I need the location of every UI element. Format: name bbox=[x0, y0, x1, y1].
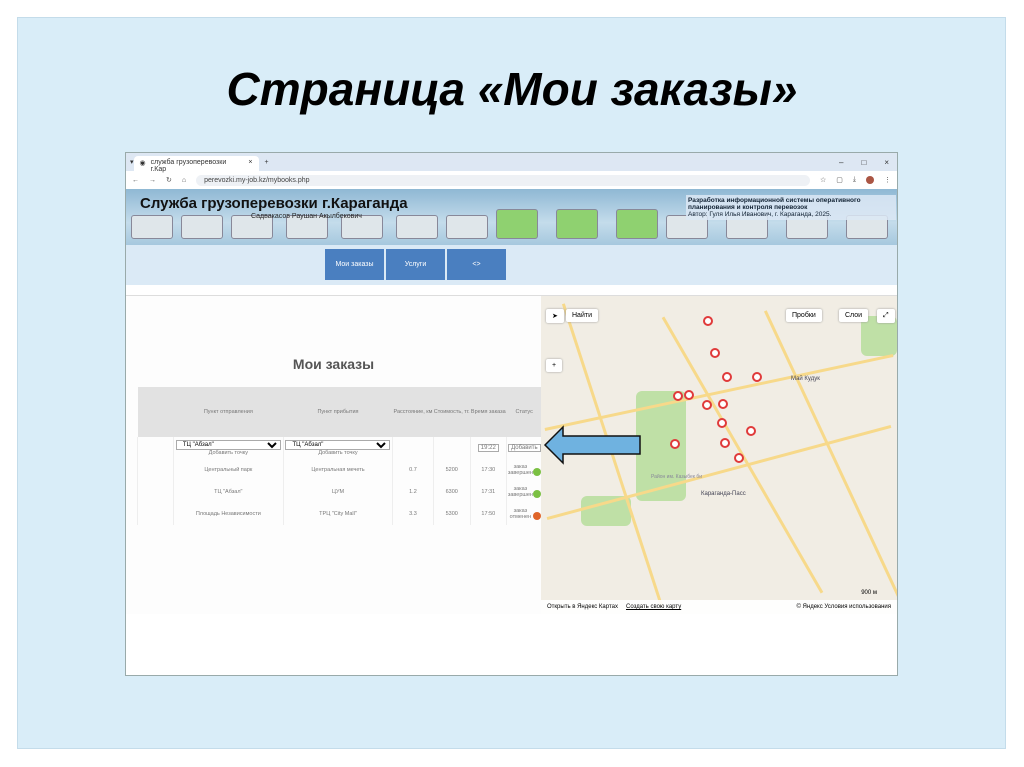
table-row: Площадь Независимости ТРЦ "City Mall" 3.3 5… bbox=[137, 503, 542, 525]
map-marker[interactable] bbox=[670, 439, 680, 449]
from-select[interactable]: ТЦ "Абзал" bbox=[175, 440, 281, 450]
cell-cost: 6300 bbox=[432, 481, 471, 503]
map-label: Караганда-Пасс bbox=[701, 491, 746, 497]
cell-distance: 3.3 bbox=[392, 503, 434, 525]
map-marker[interactable] bbox=[718, 399, 728, 409]
add-order-button[interactable]: Добавить bbox=[508, 444, 541, 452]
fullscreen-icon[interactable]: ⤢ bbox=[877, 309, 895, 323]
map-marker[interactable] bbox=[717, 418, 727, 428]
map-label: Май Кудук bbox=[791, 376, 820, 382]
minimize-icon[interactable]: – bbox=[839, 158, 843, 167]
map-marker[interactable] bbox=[673, 391, 683, 401]
cell-time: 17:31 bbox=[469, 481, 507, 503]
back-icon[interactable]: ← bbox=[132, 177, 139, 184]
browser-tab[interactable]: ◉ служба грузоперевозки г.Кар × bbox=[133, 156, 259, 173]
col-from: Пункт отправления bbox=[173, 387, 284, 437]
close-window-icon[interactable]: × bbox=[884, 158, 889, 167]
project-title: Разработка информационной системы операт… bbox=[688, 197, 861, 211]
cell-to: ЦУМ bbox=[282, 481, 393, 503]
cell-from: Площадь Независимости bbox=[173, 503, 284, 525]
locate-icon[interactable]: ➤ bbox=[546, 309, 564, 323]
tab-title: служба грузоперевозки г.Кар bbox=[150, 159, 227, 173]
globe-icon: ◉ bbox=[139, 160, 146, 167]
cell-cost: 5300 bbox=[432, 503, 471, 525]
extensions-icon[interactable]: ▢ bbox=[836, 176, 843, 184]
map-marker[interactable] bbox=[734, 453, 744, 463]
page-content: Мои заказы Пункт отправления Пункт прибы… bbox=[126, 295, 897, 614]
add-from-point-link[interactable]: Добавить точку bbox=[174, 450, 283, 456]
orders-table: Пункт отправления Пункт прибытия Расстоя… bbox=[137, 387, 542, 525]
table-row: ТЦ "Абзал" ЦУМ 1.2 6300 17:31 заказ завершен bbox=[137, 481, 542, 503]
url-input[interactable]: perevozki.my-job.kz/mybooks.php bbox=[196, 174, 810, 186]
project-info: Разработка информационной системы операт… bbox=[686, 195, 896, 220]
cell-status: заказ завершен bbox=[507, 463, 533, 476]
close-tab-icon[interactable]: × bbox=[248, 159, 252, 168]
map-terms-link[interactable]: © Яндекс Условия использования bbox=[796, 604, 891, 610]
cell-cost: 5200 bbox=[432, 459, 471, 481]
open-in-yandex-link[interactable]: Открыть в Яндекс Картах bbox=[547, 604, 618, 610]
col-cost: Стоимость, тг. bbox=[433, 387, 471, 437]
slide-title: Страница «Мои заказы» bbox=[226, 63, 798, 115]
orders-panel: Мои заказы Пункт отправления Пункт прибы… bbox=[126, 296, 542, 614]
new-order-row: ТЦ "Абзал" Добавить точку ТЦ "Абзал" Добав… bbox=[137, 437, 542, 459]
to-select[interactable]: ТЦ "Абзал" bbox=[285, 440, 391, 450]
cell-to: ТРЦ "City Mall" bbox=[282, 503, 393, 525]
menu-icon[interactable]: ⋮ bbox=[884, 176, 891, 184]
map-marker[interactable] bbox=[722, 372, 732, 382]
map-marker[interactable] bbox=[720, 438, 730, 448]
maximize-icon[interactable]: □ bbox=[861, 158, 866, 167]
address-bar: ← → ↻ ⌂ perevozki.my-job.kz/mybooks.php ☆ ▢ ⤓… bbox=[126, 171, 897, 189]
map-footer: Открыть в Яндекс Картах Создать свою кар… bbox=[541, 600, 897, 614]
browser-screenshot: ▾ ◉ служба грузоперевозки г.Кар × + – □ × ← →… bbox=[125, 152, 898, 676]
cell-time: 17:50 bbox=[469, 503, 507, 525]
create-map-link[interactable]: Создать свою карту bbox=[626, 604, 681, 610]
map-marker[interactable] bbox=[746, 426, 756, 436]
map-marker[interactable] bbox=[702, 400, 712, 410]
tab-bar: ▾ ◉ служба грузоперевозки г.Кар × + – □ × bbox=[126, 153, 897, 173]
star-icon[interactable]: ☆ bbox=[820, 176, 826, 184]
cell-from: Центральный парк bbox=[173, 459, 284, 481]
site-nav: Мои заказы Услуги <> bbox=[126, 245, 897, 285]
nav-other[interactable]: <> bbox=[447, 249, 506, 280]
page-heading: Мои заказы bbox=[292, 356, 375, 372]
pointer-arrow-icon bbox=[543, 425, 641, 465]
zoom-in-button[interactable]: + bbox=[546, 359, 563, 372]
home-icon[interactable]: ⌂ bbox=[182, 177, 186, 184]
new-tab-icon[interactable]: + bbox=[265, 159, 269, 166]
map-marker[interactable] bbox=[684, 390, 694, 400]
add-to-point-link[interactable]: Добавить точку bbox=[284, 450, 393, 456]
map-find-button[interactable]: Найти bbox=[566, 309, 598, 322]
cell-to: Центральная мечеть bbox=[282, 459, 393, 481]
cell-time: 17:30 bbox=[469, 459, 507, 481]
layers-button[interactable]: Слои bbox=[839, 309, 869, 322]
col-distance: Расстояние, км bbox=[392, 387, 434, 437]
download-icon[interactable]: ⤓ bbox=[853, 176, 856, 184]
project-author: Автор: Гуля Илья Иванович, г. Караганда,… bbox=[688, 211, 832, 218]
col-to: Пункт прибытия bbox=[283, 387, 393, 437]
cell-distance: 1.2 bbox=[392, 481, 434, 503]
reload-icon[interactable]: ↻ bbox=[166, 176, 172, 184]
nav-my-orders[interactable]: Мои заказы bbox=[325, 249, 384, 280]
map-marker[interactable] bbox=[752, 372, 762, 382]
traffic-button[interactable]: Пробки bbox=[786, 309, 822, 322]
cell-status: заказ завершен bbox=[507, 485, 533, 498]
table-row: Центральный парк Центральная мечеть 0.7 520… bbox=[137, 459, 542, 481]
site-subtitle: Садвакасов Раушан Акылбекович bbox=[251, 213, 362, 220]
tab-menu-icon[interactable]: ▾ bbox=[130, 158, 134, 166]
col-status: Статус bbox=[506, 387, 542, 437]
nav-services[interactable]: Услуги bbox=[386, 249, 445, 280]
cell-from: ТЦ "Абзал" bbox=[173, 481, 284, 503]
site-banner: Служба грузоперевозки г.Караганда Садвак… bbox=[126, 189, 897, 245]
map-label: Район им. Казыбек би bbox=[651, 474, 703, 480]
site-title: Служба грузоперевозки г.Караганда bbox=[140, 195, 408, 212]
map-marker[interactable] bbox=[710, 348, 720, 358]
map-scale: 900 м bbox=[861, 590, 877, 596]
map-marker[interactable] bbox=[703, 316, 713, 326]
time-input[interactable]: 19:22 bbox=[477, 444, 499, 452]
cell-status: заказ отменен bbox=[509, 507, 532, 520]
forward-icon[interactable]: → bbox=[149, 177, 156, 184]
cell-distance: 0.7 bbox=[392, 459, 434, 481]
avatar[interactable] bbox=[866, 176, 874, 184]
col-time: Время заказа bbox=[470, 387, 507, 437]
